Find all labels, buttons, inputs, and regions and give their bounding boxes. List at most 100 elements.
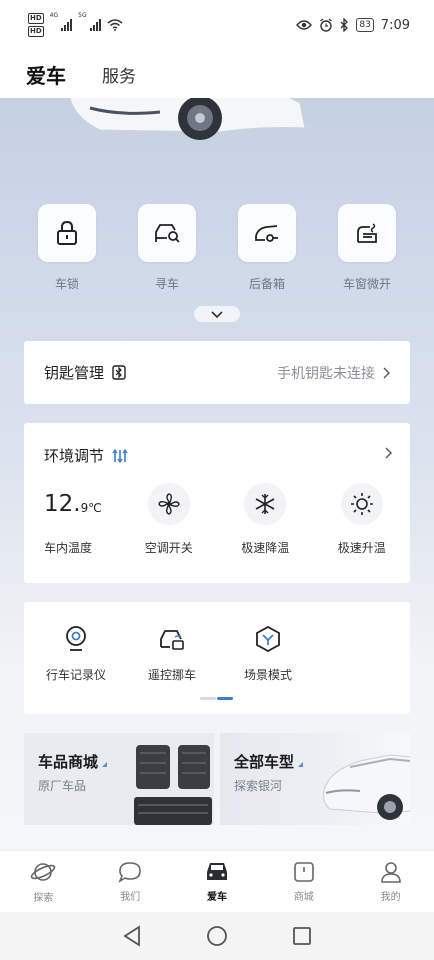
key-management-title-group: 钥匙管理 <box>44 362 126 383</box>
bluetooth-icon <box>340 18 349 32</box>
scene-mode-icon <box>256 626 280 652</box>
tab-car[interactable]: 爱车 <box>26 60 66 89</box>
ac-toggle[interactable]: 空调开关 <box>121 483 218 556</box>
promo-title-row: 全部车型 <box>234 751 304 772</box>
promo-title-row: 车品商城 <box>38 751 108 772</box>
quick-action-tile[interactable] <box>138 204 196 262</box>
interior-temperature-label: 车内温度 <box>44 541 93 555</box>
function-label: 遥控挪车 <box>147 668 196 682</box>
home-icon[interactable] <box>206 925 228 947</box>
floor-mat-image <box>134 745 212 825</box>
ac-toggle-label: 空调开关 <box>144 541 193 555</box>
climate-items: 12. 9℃ 车内温度 空调开关 极速降温 极速升温 <box>24 483 410 556</box>
page-indicator <box>200 697 233 700</box>
top-nav: 爱车 服务 <box>0 50 434 98</box>
profile-icon <box>380 862 401 883</box>
key-management-title: 钥匙管理 <box>44 364 105 382</box>
car-model-image <box>323 754 410 820</box>
quick-action-trunk[interactable]: 后备箱 <box>226 204 308 292</box>
promo-title: 车品商城 <box>38 753 99 771</box>
function-icon-wrap <box>65 624 87 654</box>
function-dashcam[interactable]: 行车记录仪 <box>28 624 124 683</box>
promo-title: 全部车型 <box>234 753 295 771</box>
function-label: 行车记录仪 <box>45 668 106 682</box>
car-icon <box>206 863 227 880</box>
snowflake-icon <box>255 494 275 514</box>
hd-badge: HD <box>28 13 44 24</box>
trunk-icon <box>255 225 278 242</box>
bottom-nav-label: 我们 <box>120 892 141 903</box>
chevron-right-icon[interactable] <box>385 447 392 459</box>
network-label: 4G <box>49 12 59 19</box>
interior-temperature: 12. 9℃ 车内温度 <box>24 483 121 556</box>
rapid-cooling[interactable]: 极速降温 <box>217 483 314 556</box>
function-remote-move[interactable]: 遥控挪车 <box>124 624 220 683</box>
promo-accessory-mall[interactable]: 车品商城 原厂车品 <box>24 733 214 825</box>
alarm-icon <box>320 18 333 32</box>
ac-toggle-button[interactable] <box>147 483 190 525</box>
promo-subtitle: 原厂车品 <box>38 779 87 793</box>
bottom-nav-profile[interactable]: 我的 <box>356 860 426 903</box>
back-icon[interactable] <box>122 925 142 947</box>
quick-action-label: 车窗微开 <box>342 277 391 291</box>
corner-triangle-icon <box>298 762 304 767</box>
function-scene-mode[interactable]: 场景模式 <box>220 624 316 683</box>
key-management-card[interactable]: 钥匙管理 手机钥匙未连接 <box>24 341 410 404</box>
temperature-value: 12. <box>44 491 81 517</box>
bottom-nav: 探索 我们 爱车 商城 我的 <box>0 850 434 912</box>
bluetooth-key-icon <box>112 365 126 380</box>
sun-icon <box>350 493 373 515</box>
quick-action-tile[interactable] <box>238 204 296 262</box>
expand-button[interactable] <box>194 306 240 322</box>
corner-triangle-icon <box>102 762 108 767</box>
chat-icon <box>118 862 141 883</box>
bottom-nav-label: 我的 <box>380 892 401 903</box>
lock-icon <box>57 221 77 245</box>
chevron-down-icon <box>211 310 223 318</box>
chevron-right-icon <box>383 367 390 378</box>
climate-title: 环境调节 <box>44 447 105 465</box>
quick-action-window[interactable]: 车窗微开 <box>326 204 408 292</box>
bottom-nav-mall[interactable]: 商城 <box>269 860 339 903</box>
main-content: 车锁 寻车 后备箱 车窗微开 钥匙管理 手机钥匙未连接 环境调节 12. 9℃ … <box>0 98 434 850</box>
quick-action-label: 后备箱 <box>248 277 285 291</box>
rapid-cooling-button[interactable] <box>244 483 287 525</box>
status-left: HD HD 4G 5G <box>28 12 123 38</box>
hd-badge: HD <box>28 26 44 37</box>
recents-icon[interactable] <box>292 926 312 946</box>
quick-action-find-car[interactable]: 寻车 <box>126 204 208 292</box>
function-card: 行车记录仪 遥控挪车 场景模式 <box>24 602 410 714</box>
phone-key-status: 手机钥匙未连接 <box>277 365 375 382</box>
quick-action-tile[interactable] <box>38 204 96 262</box>
climate-header[interactable]: 环境调节 <box>44 445 128 466</box>
quick-actions: 车锁 寻车 后备箱 车窗微开 <box>26 204 408 292</box>
tab-service[interactable]: 服务 <box>102 62 136 87</box>
quick-action-label: 寻车 <box>154 277 179 291</box>
rapid-heating-button[interactable] <box>340 483 383 525</box>
system-nav-bar <box>0 912 434 960</box>
quick-action-label: 车锁 <box>54 277 79 291</box>
quick-action-lock[interactable]: 车锁 <box>26 204 108 292</box>
bottom-nav-explore[interactable]: 探索 <box>8 859 78 904</box>
planet-icon <box>31 863 56 881</box>
battery-icon: 83 <box>356 18 374 32</box>
quick-action-tile[interactable] <box>338 204 396 262</box>
find-car-icon <box>155 224 180 243</box>
signal-icon <box>89 19 101 31</box>
function-icon-wrap <box>256 624 280 654</box>
dashcam-icon <box>66 626 86 651</box>
page-dot-active <box>217 697 233 700</box>
rapid-heating[interactable]: 极速升温 <box>314 483 411 556</box>
fan-icon <box>158 493 180 515</box>
key-status-group: 手机钥匙未连接 <box>277 363 390 383</box>
window-icon <box>357 223 377 243</box>
promo-all-models[interactable]: 全部车型 探索银河 <box>220 733 410 825</box>
car-hero-image[interactable] <box>60 98 320 168</box>
function-items: 行车记录仪 遥控挪车 场景模式 <box>24 624 316 683</box>
promo-subtitle: 探索银河 <box>234 779 283 793</box>
bottom-nav-us[interactable]: 我们 <box>95 860 165 903</box>
remote-move-icon <box>160 630 184 650</box>
bottom-nav-car[interactable]: 爱车 <box>182 860 252 903</box>
bottom-nav-label: 商城 <box>293 892 314 903</box>
mall-icon <box>293 862 314 882</box>
